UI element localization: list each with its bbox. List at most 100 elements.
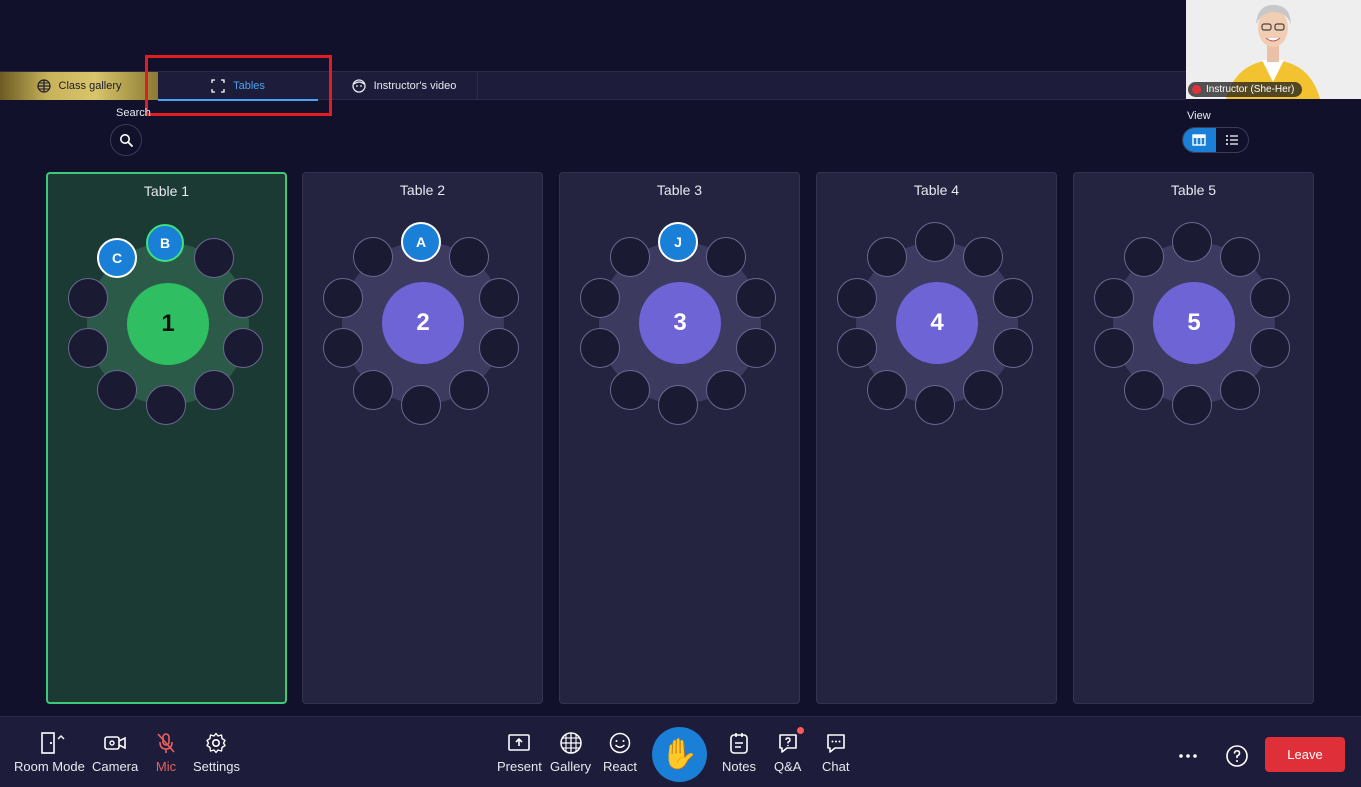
seat-empty[interactable] bbox=[736, 278, 776, 318]
view-label: View bbox=[1187, 110, 1211, 122]
room-mode-button[interactable]: Room Mode bbox=[14, 731, 85, 774]
seat-empty[interactable] bbox=[915, 385, 955, 425]
instructor-name-label: Instructor (She-Her) bbox=[1188, 82, 1303, 97]
more-dots-icon bbox=[1179, 754, 1197, 758]
table-card-3[interactable]: Table 3 3 J bbox=[559, 172, 800, 704]
seat-empty[interactable] bbox=[867, 237, 907, 277]
table-view-button[interactable] bbox=[1183, 128, 1216, 152]
table-title: Table 5 bbox=[1170, 182, 1217, 198]
seat-empty[interactable] bbox=[479, 328, 519, 368]
seat-occupied[interactable]: C bbox=[97, 238, 137, 278]
seat-empty[interactable] bbox=[963, 237, 1003, 277]
chat-label: Chat bbox=[822, 759, 850, 774]
seat-empty[interactable] bbox=[323, 328, 363, 368]
table-number: 1 bbox=[127, 283, 209, 365]
gallery-label: Gallery bbox=[550, 759, 592, 774]
seat-empty[interactable] bbox=[580, 328, 620, 368]
seat-empty[interactable] bbox=[1124, 237, 1164, 277]
seat-empty[interactable] bbox=[68, 278, 108, 318]
seat-empty[interactable] bbox=[1250, 278, 1290, 318]
table-card-2[interactable]: Table 2 2 A bbox=[302, 172, 543, 704]
seat-empty[interactable] bbox=[658, 385, 698, 425]
gallery-button[interactable]: Gallery bbox=[550, 731, 591, 774]
seat-empty[interactable] bbox=[68, 328, 108, 368]
seat-empty[interactable] bbox=[401, 385, 441, 425]
seat-empty[interactable] bbox=[1220, 237, 1260, 277]
seat-occupied[interactable]: B bbox=[146, 224, 184, 262]
seat-empty[interactable] bbox=[610, 237, 650, 277]
globe-grid-icon bbox=[559, 732, 582, 754]
present-button[interactable]: Present bbox=[497, 731, 542, 774]
raise-hand-button[interactable]: ✋ bbox=[652, 727, 707, 782]
seat-empty[interactable] bbox=[323, 278, 363, 318]
seat-empty[interactable] bbox=[449, 237, 489, 277]
seat-empty[interactable] bbox=[97, 370, 137, 410]
table-title: Table 2 bbox=[399, 182, 446, 198]
seat-empty[interactable] bbox=[837, 328, 877, 368]
seat-empty[interactable] bbox=[610, 370, 650, 410]
notification-dot bbox=[797, 727, 804, 734]
instructor-name: Instructor (She-Her) bbox=[1206, 84, 1295, 95]
present-icon bbox=[508, 734, 531, 751]
seat-empty[interactable] bbox=[449, 370, 489, 410]
raised-hand-icon: ✋ bbox=[660, 738, 699, 771]
settings-button[interactable]: Settings bbox=[193, 731, 240, 774]
seat-empty[interactable] bbox=[993, 278, 1033, 318]
react-button[interactable]: React bbox=[603, 731, 637, 774]
seat-empty[interactable] bbox=[837, 278, 877, 318]
muted-mic-icon bbox=[1192, 85, 1201, 94]
seat-empty[interactable] bbox=[580, 278, 620, 318]
seat-empty[interactable] bbox=[1250, 328, 1290, 368]
mic-button[interactable]: Mic bbox=[154, 731, 178, 774]
smiley-icon bbox=[609, 732, 631, 754]
search-icon bbox=[120, 134, 133, 147]
room-mode-label: Room Mode bbox=[14, 759, 85, 774]
qa-button[interactable]: Q&A bbox=[774, 731, 801, 774]
search-label: Search bbox=[116, 107, 151, 119]
table-card-4[interactable]: Table 4 4 bbox=[816, 172, 1057, 704]
seat-empty[interactable] bbox=[223, 328, 263, 368]
seat-empty[interactable] bbox=[194, 238, 234, 278]
camera-button[interactable]: Camera bbox=[92, 731, 138, 774]
seat-empty[interactable] bbox=[1220, 370, 1260, 410]
react-label: React bbox=[603, 759, 637, 774]
seat-empty[interactable] bbox=[223, 278, 263, 318]
seat-occupied[interactable]: A bbox=[401, 222, 441, 262]
table-number: 5 bbox=[1153, 282, 1235, 364]
seat-empty[interactable] bbox=[993, 328, 1033, 368]
seat-empty[interactable] bbox=[736, 328, 776, 368]
help-button[interactable] bbox=[1225, 744, 1249, 773]
instructor-video[interactable]: Instructor (She-Her) bbox=[1186, 0, 1361, 99]
seat-empty[interactable] bbox=[353, 237, 393, 277]
seat-empty[interactable] bbox=[1124, 370, 1164, 410]
seat-empty[interactable] bbox=[706, 237, 746, 277]
seat-occupied[interactable]: J bbox=[658, 222, 698, 262]
search-button[interactable] bbox=[110, 124, 142, 156]
tab-instructors-video[interactable]: Instructor's video bbox=[330, 72, 478, 100]
list-view-button[interactable] bbox=[1216, 128, 1249, 152]
tab-label: Class gallery bbox=[58, 80, 122, 92]
seat-empty[interactable] bbox=[1094, 328, 1134, 368]
notes-button[interactable]: Notes bbox=[722, 731, 756, 774]
seat-empty[interactable] bbox=[479, 278, 519, 318]
seat-empty[interactable] bbox=[706, 370, 746, 410]
bottom-toolbar: Room Mode Camera Mic Settings Present Ga… bbox=[0, 716, 1361, 787]
seat-empty[interactable] bbox=[867, 370, 907, 410]
seat-empty[interactable] bbox=[1172, 222, 1212, 262]
table-card-1[interactable]: Table 1 1 B C bbox=[46, 172, 287, 704]
tab-class-gallery[interactable]: Class gallery bbox=[0, 72, 158, 100]
chat-button[interactable]: Chat bbox=[822, 731, 849, 774]
seat-empty[interactable] bbox=[915, 222, 955, 262]
seat-empty[interactable] bbox=[1172, 385, 1212, 425]
seat-empty[interactable] bbox=[1094, 278, 1134, 318]
tab-label: Instructor's video bbox=[373, 80, 457, 92]
seat-empty[interactable] bbox=[194, 370, 234, 410]
seat-empty[interactable] bbox=[353, 370, 393, 410]
seat-empty[interactable] bbox=[146, 385, 186, 425]
more-options-button[interactable] bbox=[1176, 744, 1200, 773]
leave-button[interactable]: Leave bbox=[1265, 737, 1345, 772]
seat-empty[interactable] bbox=[963, 370, 1003, 410]
table-card-5[interactable]: Table 5 5 bbox=[1073, 172, 1314, 704]
question-bubble-icon bbox=[778, 734, 797, 753]
table-number: 4 bbox=[896, 282, 978, 364]
